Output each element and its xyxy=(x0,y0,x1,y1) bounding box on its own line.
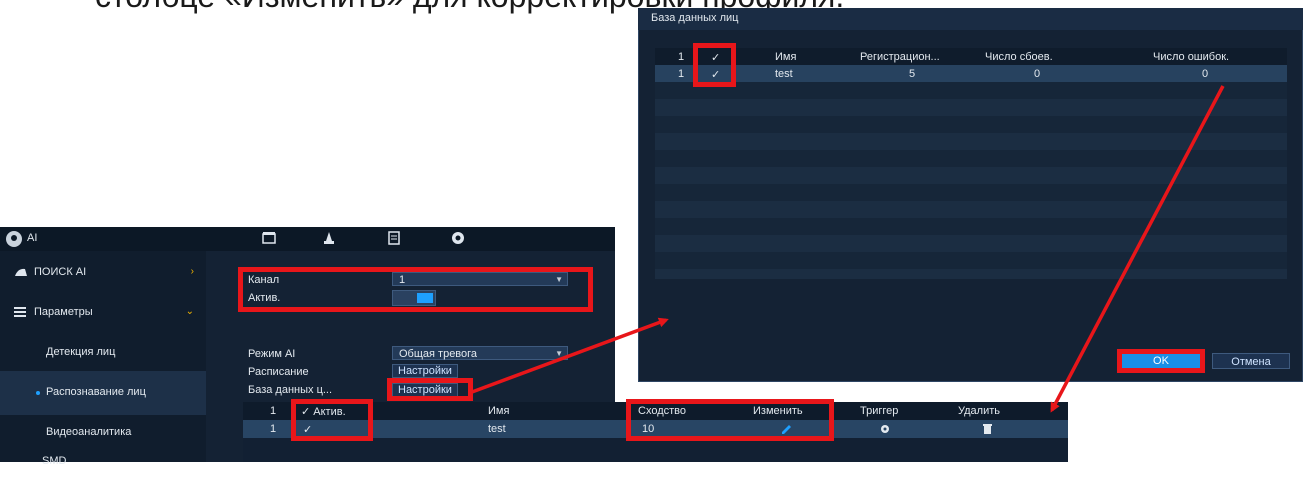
annotation-arrows xyxy=(471,85,1225,413)
arrow-to-delete xyxy=(1050,85,1225,413)
arrow-to-face-db xyxy=(471,317,669,394)
